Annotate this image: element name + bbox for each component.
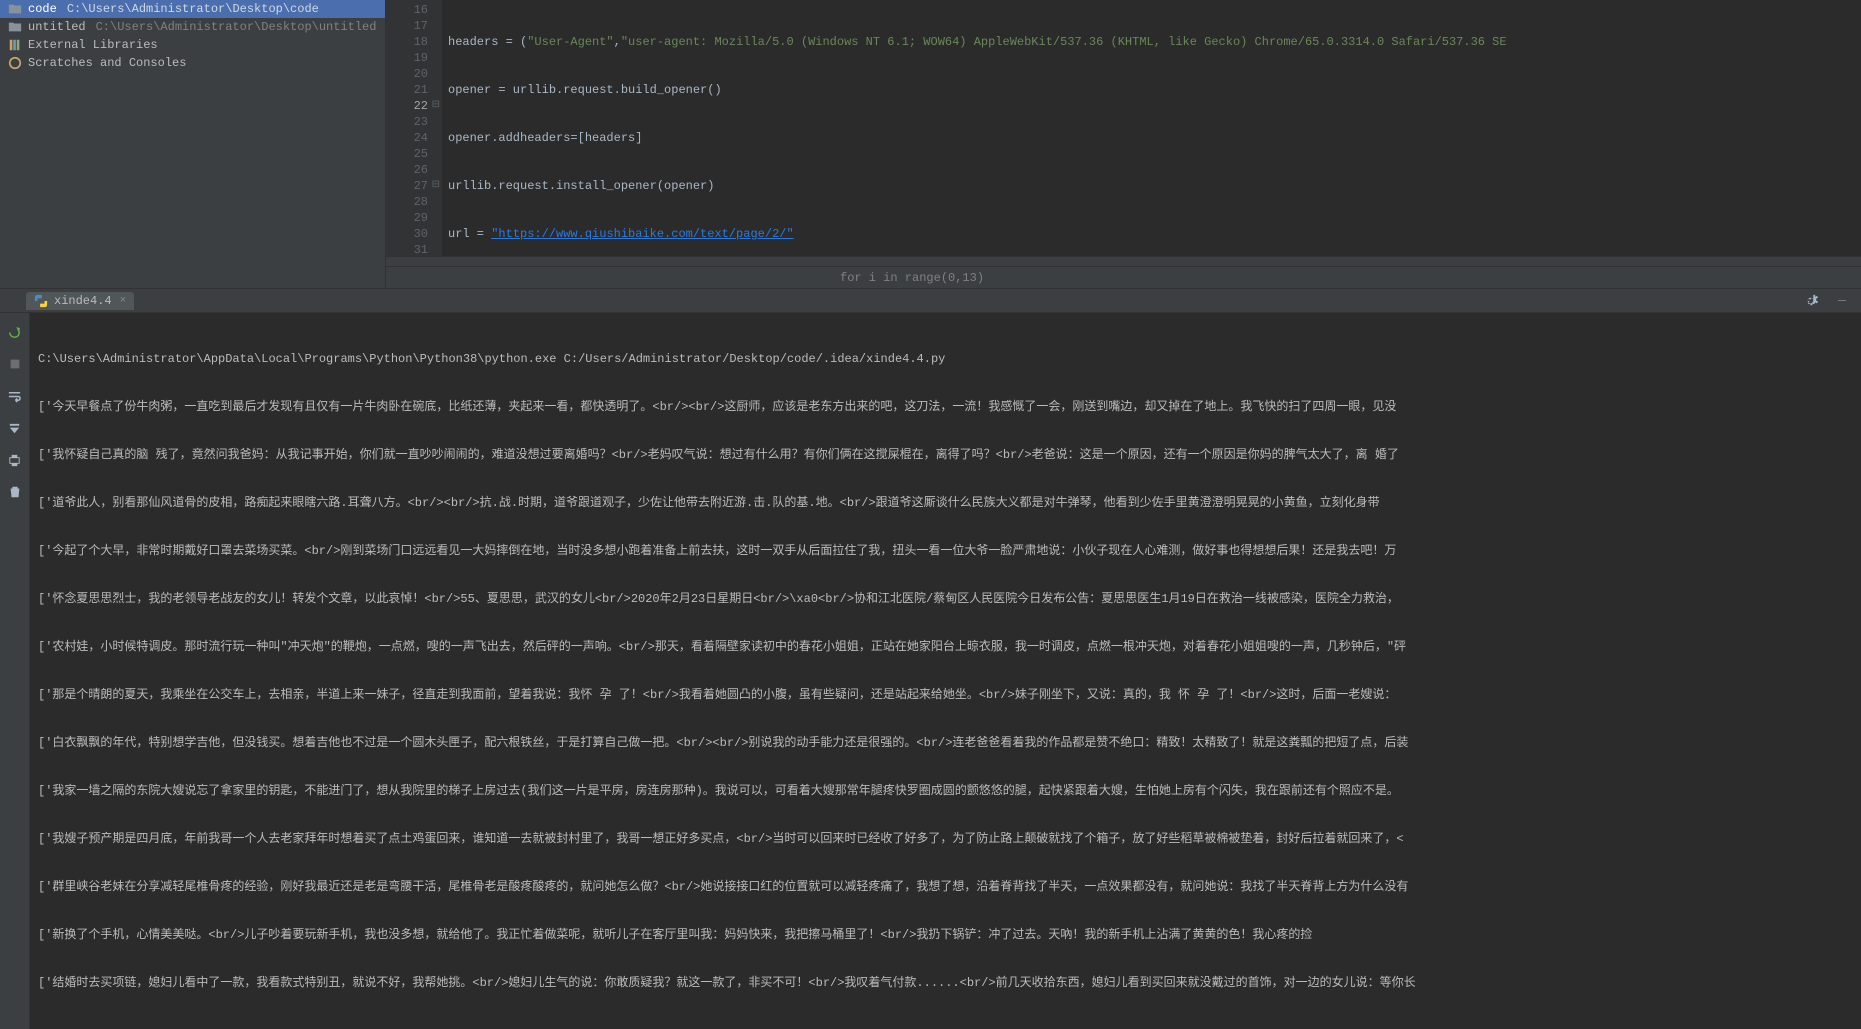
gutter[interactable]: 16 17 18 19 20 21 22⊟ 23 24 25 26 27⊟ 28…: [386, 0, 442, 256]
tree-item-scratches[interactable]: Scratches and Consoles: [0, 54, 385, 72]
project-tree: code C:\Users\Administrator\Desktop\code…: [0, 0, 386, 288]
console-line: ['我怀疑自己真的脑 残了，竟然问我爸妈：从我记事开始，你们就一直吵吵闹闹的，难…: [38, 447, 1853, 463]
console-line: ['道爷此人，别看那仙风道骨的皮相，路痴起来眼瞎六路.耳聋八方。<br/><br…: [38, 495, 1853, 511]
breadcrumb[interactable]: for i in range(0,13): [386, 266, 1861, 288]
console-line: ['那是个晴朗的夏天，我乘坐在公交车上，去相亲，半道上来一妹子，径直走到我面前，…: [38, 687, 1853, 703]
run-tab-label: xinde4.4: [54, 294, 112, 308]
console-line: ['新换了个手机，心情美美哒。<br/>儿子吵着要玩新手机，我也没多想，就给他了…: [38, 927, 1853, 943]
console-line: ['怀念夏思思烈士，我的老领导老战友的女儿！转发个文章，以此哀悼！<br/>55…: [38, 591, 1853, 607]
python-icon: [34, 294, 48, 308]
stop-icon[interactable]: [6, 355, 24, 373]
tree-item-code[interactable]: code C:\Users\Administrator\Desktop\code: [0, 0, 385, 18]
run-toolbar: [0, 313, 30, 1029]
console-line: ['我家一墙之隔的东院大嫂说忘了拿家里的钥匙，不能进门了，想从我院里的梯子上房过…: [38, 783, 1853, 799]
soft-wrap-icon[interactable]: [6, 387, 24, 405]
tree-item-external-libraries[interactable]: External Libraries: [0, 36, 385, 54]
print-icon[interactable]: [6, 451, 24, 469]
console-line: ['今起了个大早，非常时期戴好口罩去菜场买菜。<br/>刚到菜场门口远远看见一大…: [38, 543, 1853, 559]
code-content[interactable]: headers = ("User-Agent","user-agent: Moz…: [442, 0, 1861, 256]
folder-icon: [8, 20, 22, 34]
console-line: ['农村娃，小时候特调皮。那时流行玩一种叫"冲天炮"的鞭炮，一点燃，嗖的一声飞出…: [38, 639, 1853, 655]
editor-h-scrollbar[interactable]: [386, 256, 1861, 266]
gear-icon[interactable]: [1801, 292, 1819, 310]
console-line: ['群里峡谷老妹在分享减轻尾椎骨疼的经验，刚好我最近还是老是弯腰干活，尾椎骨老是…: [38, 879, 1853, 895]
folder-icon: [8, 2, 22, 16]
run-tab[interactable]: xinde4.4 ×: [26, 292, 134, 310]
trash-icon[interactable]: [6, 483, 24, 501]
scroll-to-end-icon[interactable]: [6, 419, 24, 437]
rerun-icon[interactable]: [6, 323, 24, 341]
console-line: ['结婚时去买项链，媳妇儿看中了一款，我看款式特别丑，就说不好，我帮她挑。<br…: [38, 975, 1853, 991]
run-tool-window: xinde4.4 × —: [0, 289, 1861, 1029]
minimize-icon[interactable]: —: [1833, 292, 1851, 310]
console-line: ['今天早餐点了份牛肉粥，一直吃到最后才发现有且仅有一片牛肉卧在碗底，比纸还薄，…: [38, 399, 1853, 415]
console-cmd: C:\Users\Administrator\AppData\Local\Pro…: [38, 351, 1853, 367]
run-tab-bar: xinde4.4 × —: [0, 289, 1861, 313]
editor: 16 17 18 19 20 21 22⊟ 23 24 25 26 27⊟ 28…: [386, 0, 1861, 288]
scratch-icon: [8, 56, 22, 70]
library-icon: [8, 38, 22, 52]
console-line: ['白衣飘飘的年代，特别想学吉他，但没钱买。想着吉他也不过是一个圆木头匣子，配六…: [38, 735, 1853, 751]
tree-item-untitled[interactable]: untitled C:\Users\Administrator\Desktop\…: [0, 18, 385, 36]
console-output[interactable]: C:\Users\Administrator\AppData\Local\Pro…: [30, 313, 1861, 1029]
console-line: ['我嫂子预产期是四月底，年前我哥一个人去老家拜年时想着买了点土鸡蛋回来，谁知道…: [38, 831, 1853, 847]
close-icon[interactable]: ×: [120, 295, 127, 307]
